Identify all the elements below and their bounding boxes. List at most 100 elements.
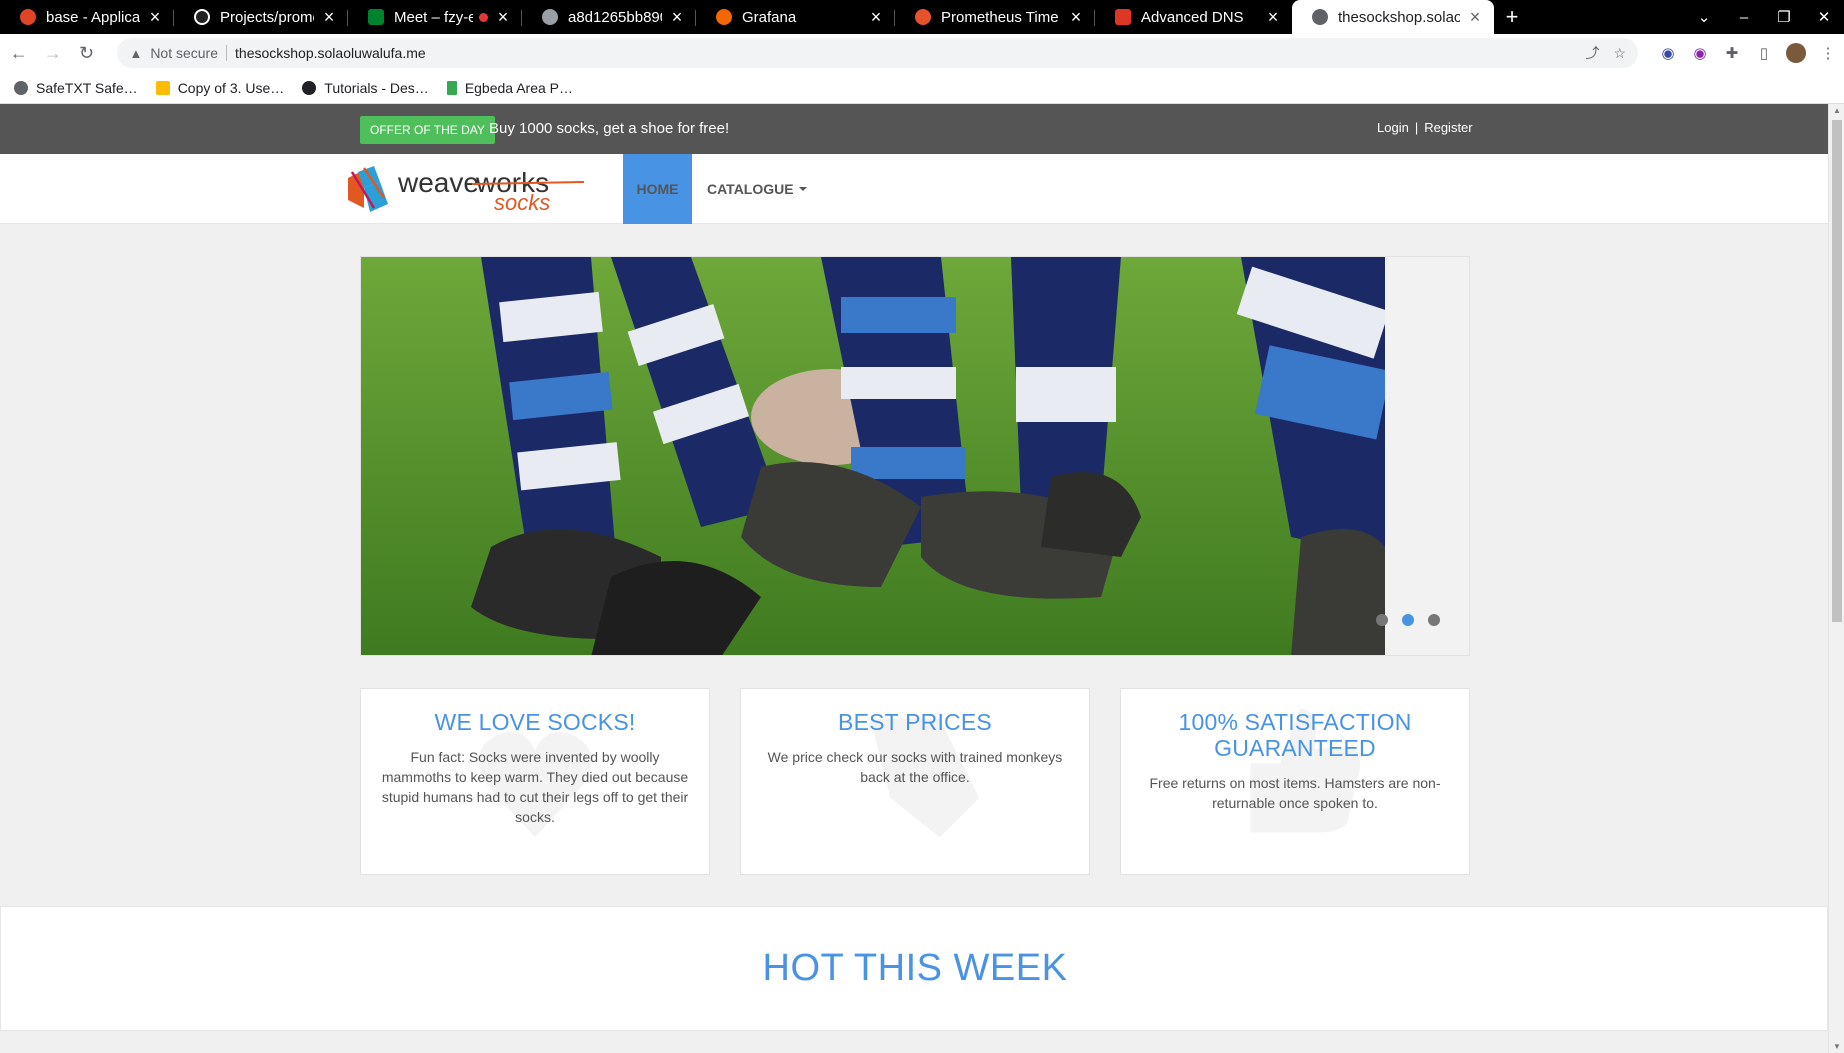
profile-avatar[interactable] [1780,43,1812,63]
svg-text:weave: weave [397,167,479,198]
new-tab-button[interactable]: + [1494,0,1530,34]
browser-toolbar: ← → ↻ ▲ Not secure thesockshop.solaoluwa… [0,34,1844,72]
section-title: HOT THIS WEEK [762,947,1068,989]
weaveworks-socks-logo[interactable]: weave works socks [344,164,584,216]
close-icon[interactable]: × [494,7,512,28]
star-icon[interactable]: ☆ [1613,45,1626,62]
carousel-dot-1[interactable] [1376,614,1388,626]
auth-links: Login | Register [1377,120,1473,135]
menu-icon[interactable]: ⋮ [1812,44,1844,62]
globe-icon [14,80,28,95]
bookmarks-bar: SafeTXT Safe… Copy of 3. Use… Tutorials … [0,72,1844,104]
nav-home[interactable]: HOME [623,154,692,224]
page-scrollbar[interactable]: ▲ ▼ [1828,104,1844,1053]
bookmark-icon [446,80,457,95]
close-icon[interactable]: × [1466,7,1484,28]
extension-icon[interactable]: ◉ [1684,44,1716,62]
forward-icon[interactable]: → [38,38,68,68]
register-link[interactable]: Register [1424,120,1472,135]
tab-title: Advanced DNS [1141,8,1244,26]
browser-tab-active[interactable]: thesockshop.solaol × [1292,0,1494,34]
close-icon[interactable]: × [320,7,338,28]
window-controls: ⌄ – ❐ ✕ [1684,0,1844,34]
carousel-dot-3[interactable] [1428,614,1440,626]
namecheap-icon [1115,9,1131,25]
close-icon[interactable]: × [668,7,686,28]
close-window-icon[interactable]: ✕ [1804,8,1844,26]
scroll-down-icon[interactable]: ▼ [1829,1042,1844,1051]
tab-title: base - Application D [46,8,140,26]
tutorials-icon [302,80,317,95]
side-panel-icon[interactable]: ▯ [1748,44,1780,62]
globe-icon [1312,9,1328,25]
feature-text: Free returns on most items. Hamsters are… [1149,775,1441,811]
main-nav: weave works socks HOME CATALOGUE [0,154,1828,224]
grafana-icon [20,9,36,25]
nav-catalogue[interactable]: CATALOGUE [707,154,807,224]
address-bar[interactable]: ▲ Not secure thesockshop.solaoluwalufa.m… [117,38,1638,68]
close-icon[interactable]: × [1264,7,1282,28]
bookmark-item[interactable]: Egbeda Area P… [446,80,573,96]
hot-this-week-section: HOT THIS WEEK [0,906,1828,1031]
feature-text: We price check our socks with trained mo… [767,749,1063,785]
reload-icon[interactable]: ↻ [72,38,102,68]
github-icon [194,9,210,25]
recording-icon [479,12,488,22]
restore-icon[interactable]: ❐ [1764,8,1804,26]
prometheus-icon [915,9,931,25]
login-link[interactable]: Login [1377,120,1409,135]
tab-title: Projects/promethe [220,8,314,26]
puzzle-icon[interactable]: ✚ [1716,44,1748,62]
caret-down-icon [798,187,807,191]
scrollbar-thumb[interactable] [1832,120,1842,622]
close-icon[interactable]: × [867,7,885,28]
browser-tab-2[interactable]: Projects/promethe × [174,0,348,34]
browser-tab-3[interactable]: Meet – fzy-eikn-m × [348,0,522,34]
tab-title: a8d1265bb890e44e [568,8,662,26]
back-icon[interactable]: ← [4,38,34,68]
warning-icon: ▲ [129,45,143,61]
globe-icon [542,9,558,25]
feature-title: 100% SATISFACTION GUARANTEED [1178,709,1412,761]
tab-title: Prometheus Time Se [941,8,1061,26]
bookmark-item[interactable]: SafeTXT Safe… [14,80,138,96]
svg-text:socks: socks [494,190,550,215]
chevron-down-icon[interactable]: ⌄ [1684,8,1724,26]
feature-title: WE LOVE SOCKS! [434,709,636,735]
scroll-up-icon[interactable]: ▲ [1829,106,1844,115]
tab-title: Meet – fzy-eikn-m [394,8,473,26]
hero-carousel[interactable] [360,256,1470,656]
extension-icon[interactable]: ◉ [1652,44,1684,62]
browser-tab-1[interactable]: base - Application D × [0,0,174,34]
feature-box-love-socks: WE LOVE SOCKS! Fun fact: Socks were inve… [360,688,710,875]
browser-tab-5[interactable]: Grafana × [696,0,895,34]
top-bar: OFFER OF THE DAY Buy 1000 socks, get a s… [0,104,1828,154]
meet-icon [368,9,384,25]
feature-text: Fun fact: Socks were invented by woolly … [381,749,689,825]
tab-title: thesockshop.solaol [1338,8,1460,26]
security-label: Not secure [150,45,219,61]
carousel-dot-2[interactable] [1402,614,1414,626]
bookmark-item[interactable]: Copy of 3. Use… [155,80,284,96]
feature-box-best-prices: BEST PRICES We price check our socks wit… [740,688,1090,875]
offer-text: Buy 1000 socks, get a shoe for free! [489,120,730,137]
extensions-bar: ◉ ◉ ✚ ▯ ⋮ [1652,43,1844,63]
tab-title: Grafana [742,8,797,26]
browser-tab-6[interactable]: Prometheus Time Se × [895,0,1095,34]
close-icon[interactable]: × [1067,7,1085,28]
close-icon[interactable]: × [146,7,164,28]
browser-tab-4[interactable]: a8d1265bb890e44e × [522,0,696,34]
carousel-dots [1376,614,1440,626]
tab-strip: base - Application D × Projects/promethe… [0,0,1844,34]
browser-tab-7[interactable]: Advanced DNS × [1095,0,1292,34]
minimize-icon[interactable]: – [1724,9,1764,26]
page-viewport: OFFER OF THE DAY Buy 1000 socks, get a s… [0,104,1828,1053]
feature-title: BEST PRICES [838,709,992,735]
offer-badge[interactable]: OFFER OF THE DAY [360,116,495,144]
feature-box-satisfaction: 100% SATISFACTION GUARANTEED Free return… [1120,688,1470,875]
url-text[interactable]: thesockshop.solaoluwalufa.me [235,45,1571,61]
rugby-socks-image [361,257,1469,655]
share-icon[interactable]: ⤴ [1585,43,1599,63]
grafana-icon [716,9,732,25]
bookmark-item[interactable]: Tutorials - Des… [302,80,429,96]
